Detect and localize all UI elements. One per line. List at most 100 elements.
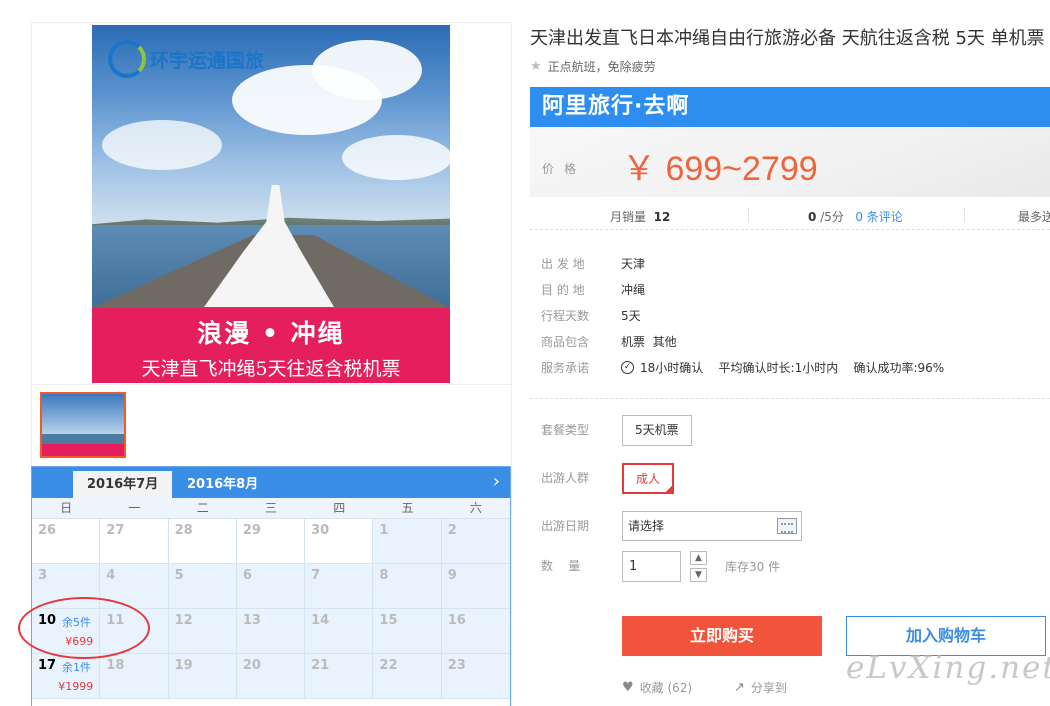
favorite-label: 收藏 bbox=[639, 681, 664, 695]
calendar-day: 6 bbox=[236, 564, 306, 609]
info-value-text: 5天 bbox=[621, 308, 641, 323]
package-option[interactable]: 5天机票 bbox=[622, 415, 692, 446]
check-icon: ✓ bbox=[621, 360, 634, 374]
weekday-label: 二 bbox=[196, 501, 209, 515]
info-value-text: 18小时确认 平均确认时长:1小时内 确认成功率:96% bbox=[640, 360, 945, 375]
calendar-day: 1 bbox=[373, 519, 442, 564]
calendar-day: 30 bbox=[305, 519, 374, 564]
calendar-day: 16 bbox=[441, 609, 510, 654]
calendar-tab-current[interactable]: 2016年7月 bbox=[73, 471, 173, 498]
info-value-text: 机票 其他 bbox=[621, 334, 677, 349]
divider bbox=[748, 208, 749, 222]
logo-mark-icon bbox=[108, 40, 146, 78]
day-number: 17 bbox=[38, 658, 57, 673]
rating-suffix: /5分 bbox=[820, 210, 844, 224]
calendar-day: 20 bbox=[236, 654, 306, 699]
favorite-link[interactable]: ♥ 收藏 (62) bbox=[622, 679, 692, 696]
calendar-weekdays: 日一二三四五六 bbox=[32, 498, 510, 519]
day-number: 15 bbox=[379, 613, 398, 628]
day-price: ¥1999 bbox=[58, 680, 94, 693]
day-number: 1 bbox=[379, 523, 389, 538]
calendar-day: 8 bbox=[373, 564, 442, 609]
calendar-day: 7 bbox=[305, 564, 374, 609]
calendar-day[interactable]: 17 余1件 ¥1999 bbox=[32, 654, 101, 699]
weekday-label: 一 bbox=[128, 501, 141, 515]
day-number: 4 bbox=[106, 568, 116, 583]
image-banner: 浪漫 • 冲绳 天津直飞冲绳5天往返含税机票 bbox=[92, 308, 450, 383]
calendar-day: 13 bbox=[236, 609, 306, 654]
day-number: 21 bbox=[311, 658, 330, 673]
package-label: 套餐类型 bbox=[541, 423, 590, 437]
day-number: 19 bbox=[174, 658, 193, 673]
info-row: 服务承诺 ✓ 18小时确认 平均确认时长:1小时内 确认成功率:96% bbox=[541, 354, 944, 380]
calendar-day: 22 bbox=[373, 654, 442, 699]
image-cloud bbox=[312, 40, 422, 100]
day-number: 14 bbox=[311, 613, 330, 628]
info-value: ✓ 18小时确认 平均确认时长:1小时内 确认成功率:96% bbox=[621, 359, 944, 376]
weekday-label: 四 bbox=[333, 501, 346, 515]
day-number: 2 bbox=[447, 523, 457, 538]
heart-icon: ♥ bbox=[622, 680, 634, 695]
star-icon: ★ bbox=[530, 59, 542, 74]
product-title: 天津出发直飞日本冲绳自由行旅游必备 天航往返含税 5天 单机票 bbox=[530, 28, 1045, 49]
calendar-day: 12 bbox=[168, 609, 237, 654]
info-key: 商品包含 bbox=[541, 334, 590, 349]
day-number: 16 bbox=[447, 613, 466, 628]
section-divider bbox=[530, 398, 1050, 399]
day-number: 13 bbox=[242, 613, 261, 628]
info-key: 出 发 地 bbox=[541, 256, 585, 271]
share-link[interactable]: ↗ 分享到 bbox=[734, 679, 787, 696]
quantity-input[interactable]: 1 bbox=[622, 551, 681, 582]
product-subtitle: ★ 正点航班，免除疲劳 bbox=[530, 58, 656, 75]
info-value: 冲绳 bbox=[621, 281, 645, 298]
quantity-label: 数 量 bbox=[541, 559, 581, 573]
watermark: eLvXing.net bbox=[846, 650, 1050, 686]
info-key: 服务承诺 bbox=[541, 360, 590, 375]
calendar-day: 14 bbox=[305, 609, 374, 654]
calendar-day: 26 bbox=[32, 519, 101, 564]
sales-value: 12 bbox=[653, 210, 671, 224]
chevron-right-icon[interactable]: › bbox=[493, 471, 500, 492]
calendar-tab-next[interactable]: 2016年8月 bbox=[173, 471, 272, 498]
quantity-up-icon[interactable]: ▲ bbox=[690, 551, 707, 565]
brand-logo: 环宇运通国旅 bbox=[108, 39, 264, 79]
day-number: 23 bbox=[447, 658, 466, 673]
reviews-link[interactable]: 0 条评论 bbox=[855, 210, 902, 224]
info-row: 行程天数 5天 bbox=[541, 302, 944, 328]
day-number: 5 bbox=[174, 568, 184, 583]
share-label: 分享到 bbox=[750, 681, 787, 695]
rating: 0 /5分 0 条评论 bbox=[808, 208, 903, 225]
stats-bar: 月销量 12 0 /5分 0 条评论 最多送 bbox=[530, 202, 1050, 230]
thumb-sky bbox=[42, 394, 124, 434]
buy-now-button[interactable]: 立即购买 bbox=[622, 616, 822, 656]
banner-line-1: 浪漫 • 冲绳 bbox=[197, 319, 345, 348]
day-number: 8 bbox=[379, 568, 389, 583]
info-row: 出 发 地 天津 bbox=[541, 250, 944, 276]
quantity-down-icon[interactable]: ▼ bbox=[690, 568, 707, 582]
thumb-banner bbox=[42, 444, 124, 456]
monthly-sales: 月销量 12 bbox=[610, 208, 670, 225]
price-value: ￥ 699~2799 bbox=[622, 150, 818, 188]
date-picker-input[interactable]: 请选择 bbox=[622, 511, 802, 541]
people-option[interactable]: 成人 bbox=[622, 463, 675, 494]
price-label: 价格 bbox=[542, 162, 587, 176]
product-page: 环宇运通国旅 浪漫 • 冲绳 天津直飞冲绳5天往返含税机票 2016年7月 20… bbox=[0, 0, 1050, 706]
highlight-circle bbox=[18, 597, 150, 659]
image-cloud bbox=[102, 120, 222, 170]
calendar-header: 2016年7月 2016年8月 › bbox=[32, 467, 510, 498]
people-option-label: 成人 bbox=[636, 472, 661, 486]
day-number: 3 bbox=[38, 568, 48, 583]
thumbnail-1[interactable] bbox=[40, 392, 126, 458]
calendar-day: 29 bbox=[236, 519, 306, 564]
day-number: 18 bbox=[106, 658, 125, 673]
weekday-label: 日 bbox=[60, 501, 73, 515]
date-label: 出游日期 bbox=[541, 519, 590, 533]
day-number: 7 bbox=[311, 568, 321, 583]
calendar-day: 15 bbox=[373, 609, 442, 654]
calendar-icon[interactable] bbox=[777, 518, 797, 534]
more-info: 最多送 bbox=[1018, 210, 1050, 224]
logo-text: 环宇运通国旅 bbox=[150, 49, 265, 72]
info-key: 行程天数 bbox=[541, 308, 590, 323]
calendar-day: 5 bbox=[168, 564, 237, 609]
weekday-label: 三 bbox=[264, 501, 277, 515]
